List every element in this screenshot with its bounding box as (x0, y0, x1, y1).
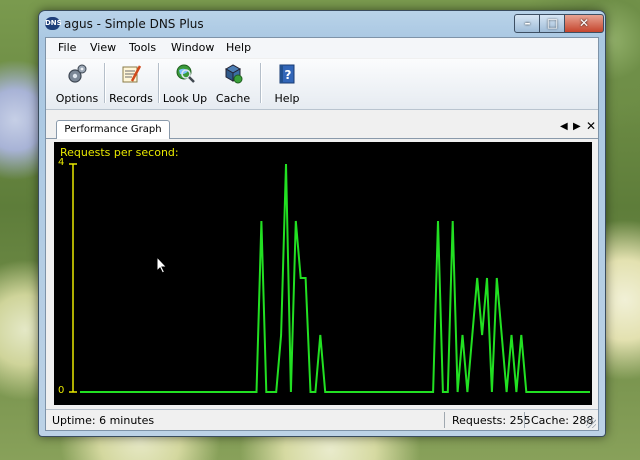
cache-icon (224, 64, 243, 84)
tab-performance-graph[interactable]: Performance Graph (56, 120, 170, 139)
options-button[interactable]: Options (54, 63, 100, 105)
lookup-button[interactable]: Look Up (162, 63, 208, 105)
app-window: DNS agus - Simple DNS Plus – □ ✕ File Vi… (38, 10, 606, 437)
options-label: Options (55, 92, 99, 105)
lookup-label: Look Up (162, 92, 208, 105)
graph-canvas (69, 163, 590, 393)
uptime-status: Uptime: 6 minutes (52, 414, 155, 427)
globe-magnifier-icon (176, 64, 195, 83)
mouse-cursor-icon (156, 256, 168, 274)
title-bar[interactable]: DNS agus - Simple DNS Plus – □ ✕ (39, 11, 605, 37)
menu-file[interactable]: File (58, 41, 76, 54)
records-icon (122, 65, 142, 83)
menu-view[interactable]: View (90, 41, 116, 54)
cache-button[interactable]: Cache (210, 63, 256, 105)
document-tabstrip: Performance Graph ◀ ▶ ✕ (46, 116, 598, 139)
menu-bar: File View Tools Window Help (46, 38, 598, 58)
menu-help[interactable]: Help (226, 41, 251, 54)
help-button[interactable]: ? Help (264, 63, 310, 105)
tab-scroll-left-icon[interactable]: ◀ (560, 121, 568, 132)
tab-close-icon[interactable]: ✕ (586, 119, 596, 133)
maximize-button[interactable]: □ (539, 14, 566, 33)
app-icon: DNS (45, 17, 62, 30)
status-separator (524, 412, 525, 428)
performance-graph: Requests per second: 4 0 (54, 142, 592, 405)
records-label: Records (109, 92, 153, 105)
svg-text:?: ? (285, 68, 292, 82)
window-title: agus - Simple DNS Plus (64, 17, 204, 31)
toolbar-separator (104, 63, 106, 103)
resize-grip[interactable] (586, 418, 596, 428)
records-button[interactable]: Records (108, 63, 154, 105)
maximize-icon: □ (546, 16, 559, 30)
menu-tools[interactable]: Tools (129, 41, 156, 54)
status-bar: Uptime: 6 minutes Requests: 255 Cache: 2… (46, 409, 598, 430)
status-separator (444, 412, 445, 428)
minimize-icon: – (524, 16, 531, 30)
requests-series-line (80, 163, 590, 393)
requests-status: Requests: 255 (452, 414, 531, 427)
toolbar-separator (260, 63, 262, 103)
close-button[interactable]: ✕ (564, 14, 604, 33)
tab-scroll-right-icon[interactable]: ▶ (573, 121, 581, 132)
client-area: File View Tools Window Help Options Reco… (45, 37, 599, 431)
cache-label: Cache (215, 92, 251, 105)
close-icon: ✕ (578, 16, 590, 30)
gears-icon (68, 64, 87, 83)
help-book-icon: ? (279, 64, 295, 84)
menu-window[interactable]: Window (171, 41, 214, 54)
toolbar: Options Records Look Up Cache ? Help (46, 59, 598, 110)
help-label: Help (274, 92, 300, 105)
minimize-button[interactable]: – (514, 14, 541, 33)
cache-status: Cache: 288 (531, 414, 594, 427)
toolbar-separator (158, 63, 160, 103)
